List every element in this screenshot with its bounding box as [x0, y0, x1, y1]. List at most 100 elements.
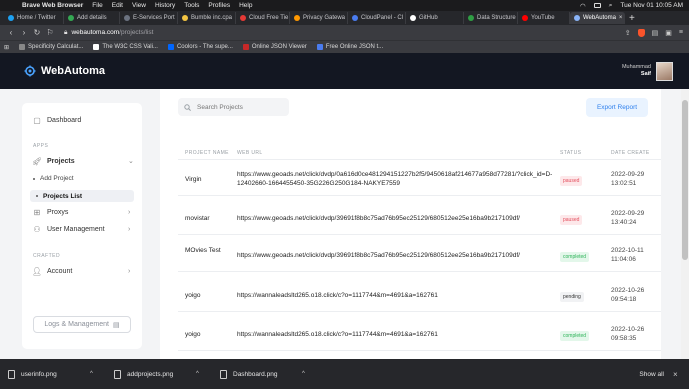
- menu-history[interactable]: History: [155, 2, 175, 9]
- proxy-icon: ⊞: [33, 207, 41, 217]
- search-box[interactable]: [178, 98, 289, 116]
- export-report-button[interactable]: Export Report: [586, 98, 648, 117]
- url-bar[interactable]: 🔒︎ webautoma.com/projects/list: [64, 29, 154, 37]
- sidebar-item-projects[interactable]: 🚀︎ Projects ⌄: [31, 156, 134, 166]
- menu-tools[interactable]: Tools: [184, 2, 199, 9]
- menu-help[interactable]: Help: [239, 2, 252, 9]
- share-icon[interactable]: ⇪: [625, 29, 631, 37]
- tab-favicon-icon: [8, 15, 14, 21]
- search-input[interactable]: [197, 103, 277, 111]
- project-url: https://wannaleadsltd265.o18.click/c?o=1…: [237, 292, 438, 299]
- column-header-url[interactable]: WEB URL: [237, 150, 263, 156]
- sidebar-item-proxys[interactable]: ⊞ Proxys ›: [33, 207, 131, 217]
- rocket-icon: 🚀︎: [31, 156, 43, 166]
- browser-tab[interactable]: E-Services Port: [120, 12, 178, 24]
- column-header-status[interactable]: STATUS: [560, 150, 581, 156]
- wallet-icon[interactable]: ▣: [665, 29, 672, 37]
- lock-icon: 🔒︎: [64, 28, 68, 36]
- sidebar-toggle-icon[interactable]: ▤: [652, 29, 659, 37]
- apps-icon[interactable]: ⊞: [4, 44, 9, 51]
- menu-view[interactable]: View: [132, 2, 146, 9]
- project-name: Virgin: [185, 176, 202, 183]
- project-url: https://www.geoads.net/click/dvdp/39691f…: [237, 252, 520, 259]
- sidebar: ▢ Dashboard APPS 🚀︎ Projects ⌄ Add Proje…: [22, 103, 142, 349]
- bookmark-item[interactable]: Specificity Calculat...: [19, 44, 83, 50]
- date-created: 2022-09-29 13:02:51: [611, 171, 645, 187]
- bookmark-item[interactable]: The W3C CSS Vali...: [93, 44, 158, 50]
- sidebar-item-account[interactable]: 👤︎ Account ›: [32, 267, 131, 276]
- date-created: 2022-09-29 13:40:24: [611, 210, 645, 226]
- download-item[interactable]: Dashboard.png ^: [212, 369, 318, 379]
- user-first-name: Muhammad: [621, 64, 651, 70]
- sidebar-item-dashboard[interactable]: ▢ Dashboard: [33, 116, 81, 125]
- new-tab-icon[interactable]: +: [629, 13, 635, 24]
- browser-tab[interactable]: Add details: [64, 12, 120, 24]
- row-divider: [178, 350, 661, 351]
- bookmark-item[interactable]: Free Online JSON t...: [316, 44, 383, 50]
- search-icon[interactable]: ⌕: [609, 2, 613, 10]
- browser-tab[interactable]: YouTube: [518, 12, 570, 24]
- sidebar-subitem-projects-list[interactable]: Projects List: [30, 190, 134, 202]
- brand-logo[interactable]: WebAutoma: [24, 65, 105, 77]
- bullet-icon: [33, 177, 35, 180]
- tab-favicon-icon: [240, 15, 246, 21]
- browser-tab[interactable]: GitHub: [406, 12, 464, 24]
- bookmark-label: Specificity Calculat...: [28, 44, 84, 50]
- sidebar-item-user-management[interactable]: ⚇ User Management ›: [33, 225, 131, 234]
- sidebar-subitem-label: Add Project: [40, 175, 74, 182]
- user-menu[interactable]: Muhammad Saif: [621, 61, 673, 81]
- status-badge: pending: [560, 292, 584, 302]
- reload-icon[interactable]: ↻: [32, 28, 42, 37]
- row-divider: [178, 195, 661, 196]
- brave-shields-icon[interactable]: [637, 28, 645, 37]
- column-header-date[interactable]: DATE CREATE: [611, 150, 650, 156]
- browser-tab[interactable]: CloudPanel - Cl: [348, 12, 406, 24]
- bookmark-favicon-icon: [242, 44, 249, 50]
- back-icon[interactable]: ‹: [6, 28, 16, 37]
- forward-icon[interactable]: ›: [19, 28, 29, 37]
- bookmarks-bar: ⊞ Specificity Calculat... The W3C CSS Vali…: [0, 40, 689, 53]
- sidebar-subitem-add-project[interactable]: Add Project: [33, 175, 74, 182]
- download-item[interactable]: userinfo.png ^: [0, 369, 106, 379]
- scrollbar-thumb[interactable]: [682, 100, 688, 260]
- bookmark-favicon-icon: [93, 44, 100, 50]
- show-all-downloads-link[interactable]: Show all: [639, 371, 664, 378]
- close-tab-icon[interactable]: ×: [619, 15, 623, 21]
- page-scrollbar[interactable]: [681, 89, 689, 359]
- battery-icon[interactable]: [593, 3, 601, 8]
- project-url: https://wannaleadsltd265.o18.click/c?o=1…: [237, 331, 438, 338]
- browser-tab[interactable]: Privacy Gatewa: [290, 12, 348, 24]
- column-header-name[interactable]: PROJECT NAME: [185, 150, 229, 156]
- menu-profiles[interactable]: Profiles: [208, 2, 230, 9]
- menu-file[interactable]: File: [92, 2, 102, 9]
- browser-tab[interactable]: Cloud Free Tie: [236, 12, 290, 24]
- bookmark-item[interactable]: Coolors - The supe...: [167, 44, 233, 50]
- chevron-up-icon[interactable]: ^: [302, 371, 305, 377]
- datetime[interactable]: Tue Nov 01 10:05 AM: [620, 2, 683, 9]
- chevron-up-icon[interactable]: ^: [196, 371, 199, 377]
- bullet-icon: [36, 195, 38, 197]
- bookmark-item[interactable]: Online JSON Viewer: [242, 44, 307, 50]
- tab-favicon-icon: [574, 15, 580, 21]
- bookmark-icon[interactable]: ⚐: [45, 28, 55, 37]
- logs-button-label: Logs & Management: [44, 321, 109, 328]
- app-header: WebAutoma Muhammad Saif: [0, 53, 689, 89]
- menu-edit[interactable]: Edit: [112, 2, 123, 9]
- bookmark-favicon-icon: [167, 44, 174, 50]
- browser-tab[interactable]: WebAutoma ×: [570, 12, 625, 24]
- status-badge: paused: [560, 176, 583, 186]
- browser-tab[interactable]: Home / Twitter: [4, 12, 64, 24]
- download-item[interactable]: addprojects.png ^: [106, 369, 212, 379]
- wifi-icon[interactable]: ◠: [580, 2, 586, 10]
- browser-tab[interactable]: Data Structure: [464, 12, 518, 24]
- avatar[interactable]: [656, 61, 673, 81]
- tab-title: Home / Twitter: [17, 15, 56, 21]
- close-icon[interactable]: ×: [673, 370, 678, 379]
- menu-icon[interactable]: ≡: [679, 29, 683, 36]
- url-host: webautoma.com: [71, 29, 120, 36]
- gear-logo-icon: [24, 65, 36, 77]
- browser-tab[interactable]: Bumble inc.cpa: [178, 12, 236, 24]
- logs-management-button[interactable]: Logs & Management ▤: [33, 316, 131, 333]
- app-name-menu[interactable]: Brave Web Browser: [22, 2, 83, 9]
- chevron-up-icon[interactable]: ^: [90, 371, 93, 377]
